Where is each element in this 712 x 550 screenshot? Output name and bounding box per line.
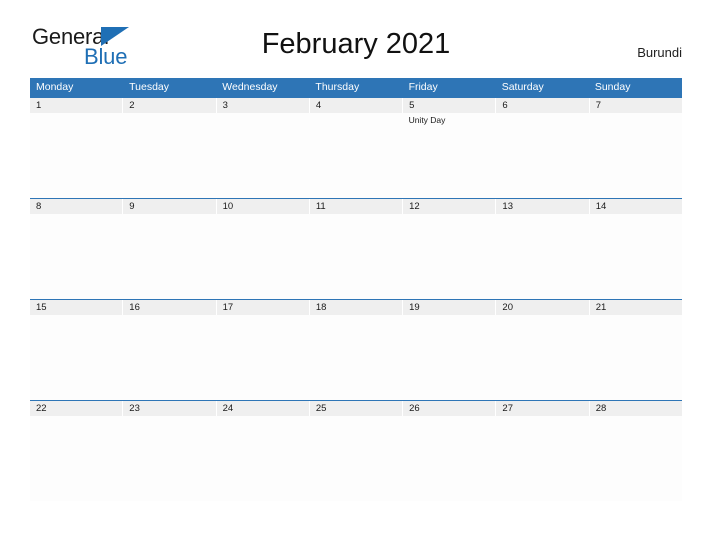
day-cell[interactable]	[123, 214, 216, 299]
day-cell[interactable]: Unity Day	[403, 113, 496, 198]
day-cell[interactable]	[216, 113, 309, 198]
day-number[interactable]: 10	[216, 199, 309, 214]
weekday-header-sunday: Sunday	[594, 81, 631, 93]
day-number[interactable]: 18	[309, 300, 403, 315]
weekday-header-monday: Monday	[36, 81, 74, 93]
week-body-band	[30, 315, 682, 400]
day-cell[interactable]	[403, 416, 496, 501]
day-cell[interactable]	[403, 214, 496, 299]
day-number[interactable]: 25	[309, 401, 403, 416]
week-row: 1 2 3 4 5 6 7 Unity Day	[30, 97, 682, 198]
day-cell[interactable]	[30, 315, 123, 400]
week-row: 22 23 24 25 26 27 28	[30, 400, 682, 501]
day-cell[interactable]	[496, 113, 589, 198]
day-cell[interactable]	[496, 214, 589, 299]
day-cell[interactable]	[309, 315, 402, 400]
day-cell[interactable]	[216, 315, 309, 400]
day-number[interactable]: 13	[496, 199, 589, 214]
week-number-band: 15 16 17 18 19 20 21	[30, 300, 682, 315]
day-number[interactable]: 5	[403, 98, 496, 113]
day-cell[interactable]	[123, 315, 216, 400]
day-cell[interactable]	[403, 315, 496, 400]
day-number[interactable]: 16	[123, 300, 216, 315]
day-cell[interactable]	[30, 113, 123, 198]
weekday-header-row: Monday Tuesday Wednesday Thursday Friday…	[30, 78, 682, 97]
day-cell[interactable]	[309, 214, 402, 299]
day-cell[interactable]	[309, 416, 402, 501]
weekday-header-friday: Friday	[408, 81, 438, 93]
day-cell[interactable]	[30, 214, 123, 299]
page-header: General Blue February 2021 Burundi	[0, 0, 712, 68]
day-number[interactable]: 24	[216, 401, 309, 416]
day-number[interactable]: 4	[309, 98, 403, 113]
week-number-band: 22 23 24 25 26 27 28	[30, 401, 682, 416]
day-cell[interactable]	[216, 416, 309, 501]
day-event: Unity Day	[408, 115, 446, 125]
day-number[interactable]: 15	[30, 300, 123, 315]
day-cell[interactable]	[30, 416, 123, 501]
week-row: 15 16 17 18 19 20 21	[30, 299, 682, 400]
day-cell[interactable]	[496, 416, 589, 501]
day-number[interactable]: 14	[589, 199, 682, 214]
day-number[interactable]: 8	[30, 199, 123, 214]
day-number[interactable]: 6	[496, 98, 589, 113]
week-number-band: 8 9 10 11 12 13 14	[30, 199, 682, 214]
day-number[interactable]: 23	[123, 401, 216, 416]
day-number[interactable]: 19	[403, 300, 496, 315]
weekday-header-thursday: Thursday	[315, 81, 360, 93]
day-number[interactable]: 7	[589, 98, 682, 113]
weekday-header-tuesday: Tuesday	[129, 81, 170, 93]
week-row: 8 9 10 11 12 13 14	[30, 198, 682, 299]
day-cell[interactable]	[309, 113, 402, 198]
day-cell[interactable]	[589, 315, 682, 400]
weekday-header-wednesday: Wednesday	[222, 81, 278, 93]
week-number-band: 1 2 3 4 5 6 7	[30, 98, 682, 113]
country-label: Burundi	[637, 45, 682, 60]
day-number[interactable]: 17	[216, 300, 309, 315]
day-number[interactable]: 28	[589, 401, 682, 416]
day-cell[interactable]	[123, 416, 216, 501]
calendar-page: General Blue February 2021 Burundi Monda…	[0, 0, 712, 550]
day-number[interactable]: 27	[496, 401, 589, 416]
calendar-grid: Monday Tuesday Wednesday Thursday Friday…	[30, 78, 682, 501]
day-number[interactable]: 12	[403, 199, 496, 214]
day-cell[interactable]	[496, 315, 589, 400]
day-number[interactable]: 3	[216, 98, 309, 113]
day-number[interactable]: 9	[123, 199, 216, 214]
day-number[interactable]: 20	[496, 300, 589, 315]
day-cell[interactable]	[216, 214, 309, 299]
week-body-band: Unity Day	[30, 113, 682, 198]
day-cell[interactable]	[589, 113, 682, 198]
page-title: February 2021	[261, 28, 451, 60]
day-number[interactable]: 22	[30, 401, 123, 416]
day-cell[interactable]	[123, 113, 216, 198]
week-body-band	[30, 416, 682, 501]
day-number[interactable]: 21	[589, 300, 682, 315]
weekday-header-saturday: Saturday	[501, 81, 544, 93]
day-number[interactable]: 11	[309, 199, 403, 214]
day-cell[interactable]	[589, 416, 682, 501]
week-body-band	[30, 214, 682, 299]
day-number[interactable]: 26	[403, 401, 496, 416]
day-cell[interactable]	[589, 214, 682, 299]
day-number[interactable]: 1	[30, 98, 123, 113]
day-number[interactable]: 2	[123, 98, 216, 113]
